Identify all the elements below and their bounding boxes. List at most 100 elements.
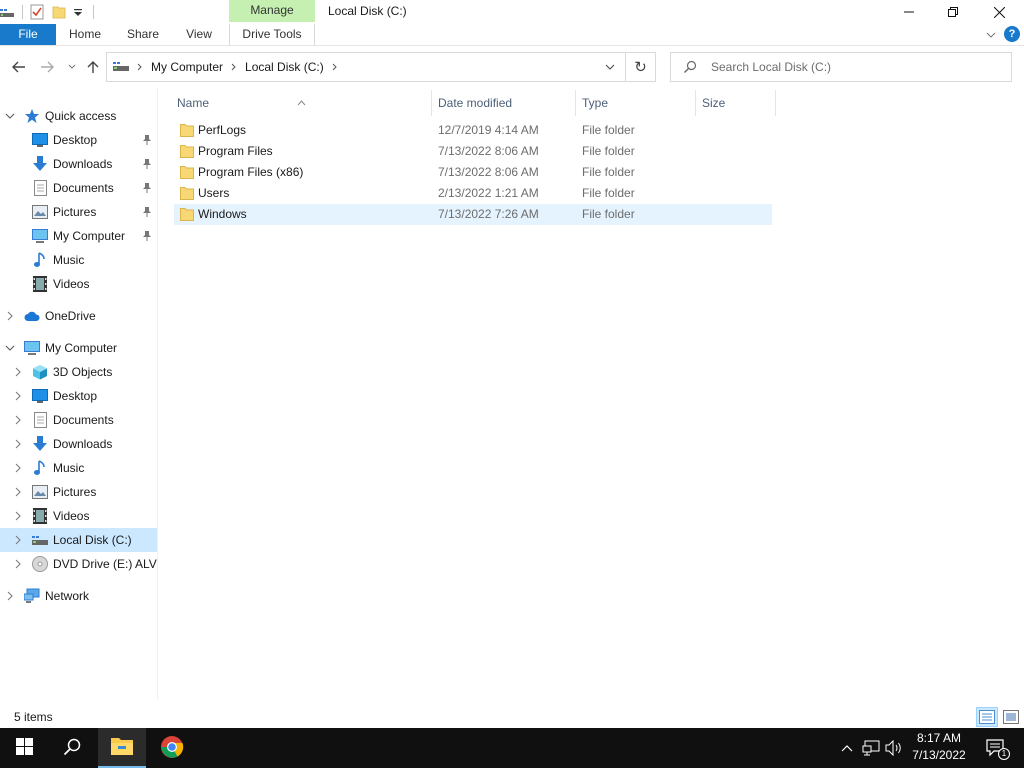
column-header-date-modified[interactable]: Date modified <box>432 90 576 116</box>
file-date: 7/13/2022 7:26 AM <box>438 207 539 221</box>
forward-button[interactable] <box>38 58 56 76</box>
pin-icon[interactable] <box>142 134 152 146</box>
table-row[interactable]: Users 2/13/2022 1:21 AM File folder <box>174 183 772 204</box>
nav-quick-videos[interactable]: Videos <box>0 272 157 296</box>
chevron-right-icon[interactable] <box>12 558 24 570</box>
search-input[interactable] <box>711 59 1001 75</box>
pin-icon[interactable] <box>142 158 152 170</box>
nav-videos[interactable]: Videos <box>0 504 157 528</box>
properties-icon[interactable] <box>29 4 45 20</box>
nav-quick-desktop[interactable]: Desktop <box>0 128 157 152</box>
nav-network[interactable]: Network <box>0 584 157 608</box>
refresh-button[interactable]: ↻ <box>625 53 655 81</box>
nav-label: My Computer <box>45 341 118 355</box>
drive-icon <box>0 4 14 20</box>
chevron-right-icon[interactable] <box>12 438 24 450</box>
nav-quick-my-computer[interactable]: My Computer <box>0 224 157 248</box>
nav-onedrive[interactable]: OneDrive <box>0 304 157 328</box>
table-row[interactable]: Program Files 7/13/2022 8:06 AM File fol… <box>174 141 772 162</box>
back-button[interactable] <box>10 58 28 76</box>
minimize-button[interactable] <box>886 0 932 24</box>
chevron-right-icon[interactable] <box>12 462 24 474</box>
column-header-name[interactable]: Name <box>160 90 432 116</box>
nav-3d-objects[interactable]: 3D Objects <box>0 360 157 384</box>
search-box[interactable] <box>670 52 1012 82</box>
tab-view[interactable]: View <box>176 24 222 45</box>
nav-local-disk[interactable]: Local Disk (C:) <box>0 528 157 552</box>
ribbon-tabs: File Home Share View Drive Tools ? <box>0 24 1024 46</box>
breadcrumb-chevron-icon[interactable] <box>231 60 237 74</box>
nav-dvd-drive[interactable]: DVD Drive (E:) ALVIN <box>0 552 157 576</box>
drive-icon <box>32 532 48 548</box>
tab-drive-tools[interactable]: Drive Tools <box>229 24 315 45</box>
chevron-right-icon[interactable] <box>12 510 24 522</box>
tab-home[interactable]: Home <box>60 24 110 45</box>
nav-downloads[interactable]: Downloads <box>0 432 157 456</box>
large-icons-view-button[interactable] <box>1000 707 1022 727</box>
tab-share[interactable]: Share <box>118 24 168 45</box>
table-row[interactable]: PerfLogs 12/7/2019 4:14 AM File folder <box>174 120 772 141</box>
nav-quick-documents[interactable]: Documents <box>0 176 157 200</box>
nav-quick-access[interactable]: Quick access <box>0 104 157 128</box>
close-button[interactable] <box>976 0 1022 24</box>
help-icon[interactable]: ? <box>1004 26 1020 42</box>
up-button[interactable] <box>84 58 102 76</box>
breadcrumb-chevron-icon[interactable] <box>137 60 143 74</box>
cloud-icon <box>24 308 40 324</box>
search-button[interactable] <box>48 728 96 768</box>
chevron-right-icon[interactable] <box>4 590 16 602</box>
address-bar[interactable]: My Computer Local Disk (C:) ↻ <box>106 52 656 82</box>
nav-label: Pictures <box>53 205 97 219</box>
videos-icon <box>32 508 48 524</box>
breadcrumb-chevron-icon[interactable] <box>332 60 338 74</box>
chevron-right-icon[interactable] <box>12 534 24 546</box>
breadcrumb-local-disk[interactable]: Local Disk (C:) <box>245 60 324 74</box>
pictures-icon <box>32 204 48 220</box>
nav-documents[interactable]: Documents <box>0 408 157 432</box>
chevron-right-icon[interactable] <box>4 310 16 322</box>
nav-pictures[interactable]: Pictures <box>0 480 157 504</box>
tab-manage[interactable]: Manage <box>229 0 315 22</box>
column-header-type[interactable]: Type <box>576 90 696 116</box>
chevron-right-icon[interactable] <box>12 366 24 378</box>
customize-toolbar-icon[interactable] <box>73 4 83 20</box>
chrome-taskbar-button[interactable] <box>148 728 196 768</box>
table-row[interactable]: Program Files (x86) 7/13/2022 8:06 AM Fi… <box>174 162 772 183</box>
nav-quick-music[interactable]: Music <box>0 248 157 272</box>
nav-desktop[interactable]: Desktop <box>0 384 157 408</box>
column-header-size[interactable]: Size <box>696 90 776 116</box>
pin-icon[interactable] <box>142 230 152 242</box>
file-list: Name Date modified Type Size PerfLogs 12… <box>160 88 1024 700</box>
restore-button[interactable] <box>930 0 976 24</box>
start-button[interactable] <box>0 728 48 768</box>
network-status-icon[interactable] <box>860 728 882 768</box>
chevron-down-icon[interactable] <box>4 110 16 122</box>
pin-icon[interactable] <box>142 206 152 218</box>
breadcrumb-my-computer[interactable]: My Computer <box>151 60 223 74</box>
nav-my-computer[interactable]: My Computer <box>0 336 157 360</box>
address-dropdown-button[interactable] <box>599 53 621 81</box>
table-row[interactable]: Windows 7/13/2022 7:26 AM File folder <box>174 204 772 225</box>
chevron-right-icon[interactable] <box>12 390 24 402</box>
nav-label: Quick access <box>45 109 117 123</box>
chevron-right-icon[interactable] <box>12 486 24 498</box>
chevron-right-icon[interactable] <box>12 414 24 426</box>
nav-quick-downloads[interactable]: Downloads <box>0 152 157 176</box>
tab-file[interactable]: File <box>0 24 56 45</box>
new-folder-icon[interactable] <box>51 4 67 20</box>
recent-locations-button[interactable] <box>63 58 81 76</box>
quick-access-toolbar <box>0 0 100 24</box>
details-view-button[interactable] <box>976 707 998 727</box>
show-hidden-icons-button[interactable] <box>838 728 856 768</box>
pin-icon[interactable] <box>142 182 152 194</box>
chevron-down-icon[interactable] <box>4 342 16 354</box>
taskbar-clock[interactable]: 8:17 AM 7/13/2022 <box>906 730 972 766</box>
expand-ribbon-icon[interactable] <box>986 27 996 41</box>
file-explorer-taskbar-button[interactable] <box>98 728 146 768</box>
file-type: File folder <box>582 144 635 158</box>
nav-label: 3D Objects <box>53 365 113 379</box>
volume-icon[interactable] <box>884 728 904 768</box>
action-center-button[interactable]: 1 <box>976 728 1016 768</box>
nav-quick-pictures[interactable]: Pictures <box>0 200 157 224</box>
nav-music[interactable]: Music <box>0 456 157 480</box>
